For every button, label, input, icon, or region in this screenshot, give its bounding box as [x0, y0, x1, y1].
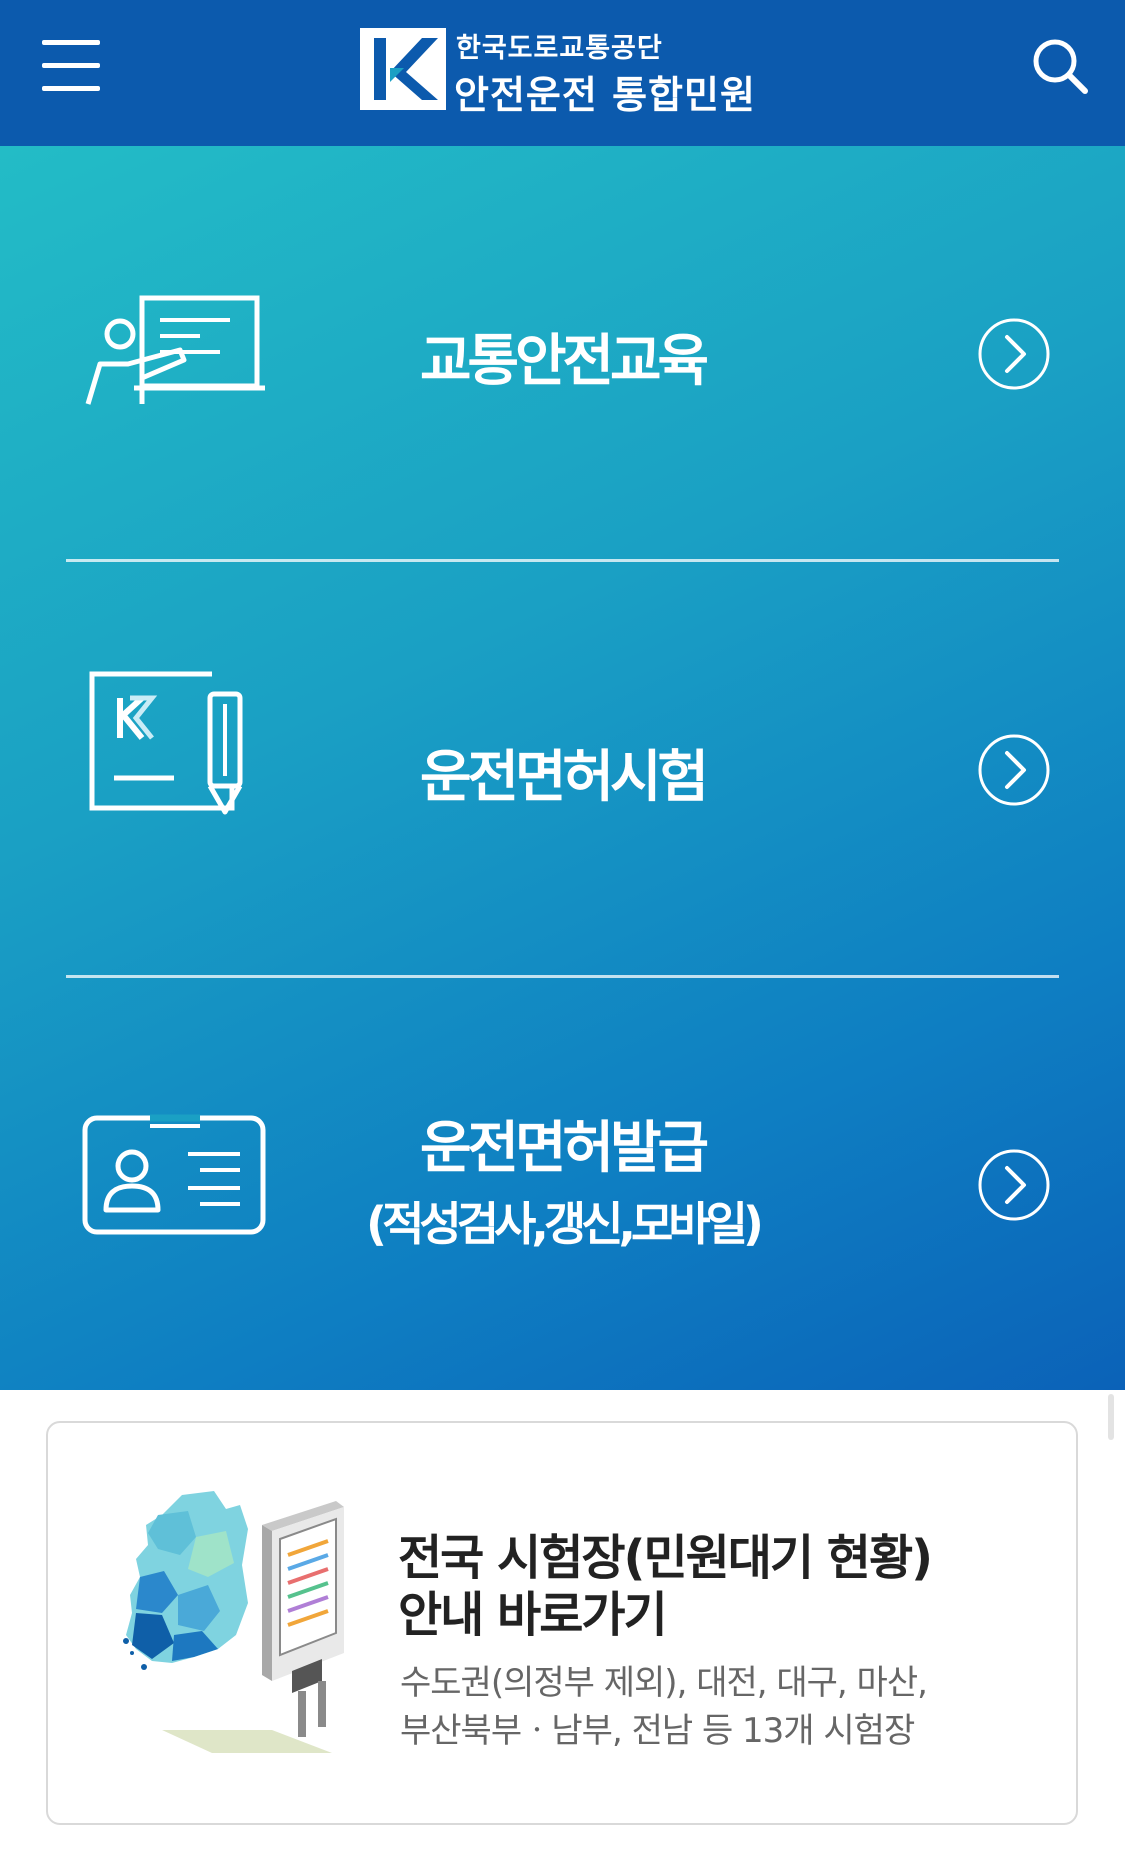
menu-item-driver-license-test[interactable]: 운전면허시험 [0, 562, 1125, 977]
license-card-icon [82, 1114, 266, 1235]
hamburger-menu-icon[interactable] [42, 38, 100, 96]
test-center-banner[interactable]: 전국 시험장(민원대기 현황) 안내 바로가기 수도권(의정부 제외), 대전,… [46, 1421, 1078, 1825]
teacher-board-icon [85, 295, 265, 405]
banner-title-line2: 안내 바로가기 [398, 1587, 668, 1643]
korea-map-kiosk-illustration [123, 1491, 344, 1753]
koroad-logo-icon [360, 28, 446, 110]
circle-chevron-right-icon[interactable] [977, 733, 1051, 807]
circle-chevron-right-icon[interactable] [977, 317, 1051, 391]
logo[interactable]: 한국도로교통공단 안전운전 통합민원 [360, 26, 755, 117]
app-header: 한국도로교통공단 안전운전 통합민원 [0, 0, 1125, 146]
service-name: 안전운전 통합민원 [454, 73, 756, 117]
circle-chevron-right-icon[interactable] [977, 1148, 1051, 1222]
banner-desc-line1: 수도권(의정부 제외), 대전, 대구, 마산, [400, 1663, 928, 1703]
menu-item-driver-license-issuance[interactable]: 운전면허발급 (적성검사,갱신,모바일) [0, 978, 1125, 1393]
scrollbar[interactable] [1108, 1394, 1114, 1440]
banner-desc-line2: 부산북부ㆍ남부, 전남 등 13개 시험장 [400, 1711, 915, 1751]
menu-item-title: 운전면허발급 [419, 1116, 709, 1181]
org-name: 한국도로교통공단 [456, 33, 663, 64]
menu-item-subtitle: (적성검사,갱신,모바일) [366, 1197, 764, 1251]
search-icon[interactable] [1028, 34, 1092, 98]
main-menu-panel: 교통안전교육 운전면허시험 운전면허발급 (적성검사,갱신,모바일) [0, 146, 1125, 1390]
exam-paper-pencil-icon [89, 671, 243, 815]
menu-item-title: 운전면허시험 [419, 745, 709, 810]
menu-item-title: 교통안전교육 [419, 329, 709, 394]
menu-item-traffic-safety-education[interactable]: 교통안전교육 [0, 146, 1125, 561]
